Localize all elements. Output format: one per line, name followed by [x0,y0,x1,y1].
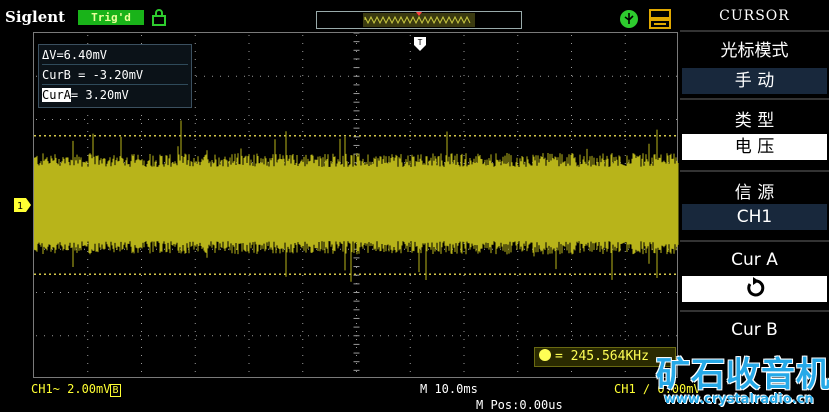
menu-item-cur-b-label: Cur B [731,320,778,340]
frequency-value: = 245.564KHz [555,349,649,364]
top-status-bar: Siglent Trig'd [0,0,680,32]
usb-icon [620,10,638,28]
horizontal-position-readout: M Pos:0.00us [476,398,563,412]
channel1-level-marker[interactable]: 1 [14,198,32,212]
delta-voltage-readout: ΔV=6.40mV [42,46,188,65]
frequency-counter: = 245.564KHz [534,347,676,367]
menu-item-cur-a[interactable] [682,276,827,302]
channel1-scale-text: CH1~ 2.00mV [31,382,111,396]
cursor-readout-panel: ΔV=6.40mV CurB = -3.20mV CurA= 3.20mV [38,44,192,108]
cursor-a-readout: CurA= 3.20mV [42,86,188,104]
rotate-knob-icon [746,277,764,297]
menu-item-source-label: 信 源 [734,183,775,203]
timebase-readout: M 10.0ms [420,382,478,396]
svg-text:1: 1 [17,201,23,212]
lock-icon [152,9,166,26]
menu-item-type[interactable]: 电 压 [682,134,827,160]
watermark-text: 矿石收音机 [656,355,829,395]
printer-icon [649,9,671,29]
trigger-status-badge: Trig'd [78,10,144,25]
oscilloscope-screen: Siglent Trig'd T 1 ΔV=6.40mV CurB = -3.2… [0,0,829,412]
cursor-a-value: = 3.20mV [70,88,129,102]
brand-logo: Siglent [5,8,66,26]
watermark-url: www.crystalradio.cn [664,392,814,407]
counter-icon [539,349,551,361]
menu-item-cursor-mode[interactable]: 手 动 [682,68,827,94]
cursor-b-readout: CurB = -3.20mV [42,66,188,85]
menu-item-cur-a-label: Cur A [731,250,778,270]
timebase-overview [316,11,522,29]
menu-item-cursor-mode-label: 光标模式 [720,41,789,61]
menu-item-source[interactable]: CH1 [682,204,827,230]
svg-text:T: T [418,38,423,47]
channel1-scale: CH1~ 2.00mV B [31,382,121,397]
trigger-position-marker[interactable]: T [413,36,427,52]
menu-title: CURSOR [719,8,790,24]
menu-item-type-label: 类 型 [734,111,775,131]
bandwidth-limit-badge: B [110,384,121,397]
cursor-a-tag: CurA [42,88,71,102]
cursor-menu-panel: CURSOR 光标模式 手 动 类 型 电 压 信 源 CH1 Cur A Cu… [680,0,829,378]
